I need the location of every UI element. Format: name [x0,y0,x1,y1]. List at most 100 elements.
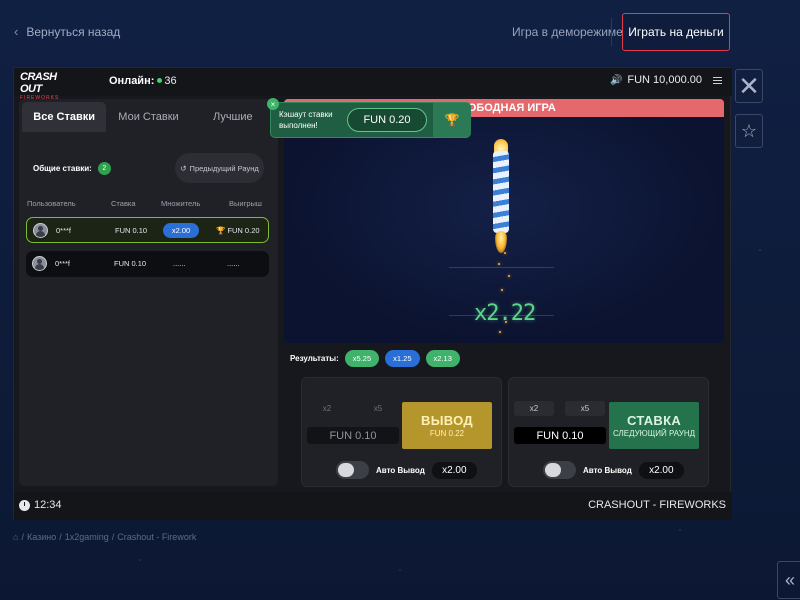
auto-cashout-label: Авто Вывод [583,465,632,475]
row-user: 0***f [56,226,72,235]
quick-x5-button[interactable]: x5 [565,401,605,416]
spark-icon [508,275,510,277]
auto-cashout-value[interactable]: x2.00 [431,461,477,479]
star-icon: ☆ [740,120,758,141]
clock-time: 12:34 [34,499,62,511]
auto-cashout-label: Авто Вывод [376,465,425,475]
avatar [32,256,47,271]
tab-my-bets[interactable]: Мои Ставки [106,102,190,132]
results-bar: Результаты: x5.25 x1.25 x2.13 [286,346,724,370]
back-link[interactable]: ‹ Вернуться назад [14,24,120,39]
expand-sidebar-button[interactable]: « [777,561,800,599]
result-pill: x2.13 [425,349,460,367]
row-win: ...... [227,259,240,268]
trophy-icon: 🏆 [216,226,226,235]
cashout-label: ВЫВОД [421,412,473,428]
game-name: CRASHOUT - FIREWORKS [588,499,726,511]
auto-cashout-value[interactable]: x2.00 [638,461,684,479]
place-bet-button[interactable]: СТАВКА СЛЕДУЮЩИЙ РАУНД [609,402,699,449]
quick-x2-button[interactable]: x2 [307,401,347,416]
cashout-button[interactable]: ВЫВОД FUN 0.22 [402,402,492,449]
trophy-icon: 🏆 [433,103,471,137]
quick-x2-button[interactable]: x2 [514,401,554,416]
game-frame: CRASH OUT FIREWORKS Онлайн: 36 🔊 FUN 10,0… [13,67,732,520]
back-label: Вернуться назад [26,24,121,39]
game-header: CRASH OUT FIREWORKS Онлайн: 36 🔊 FUN 10,0… [14,68,732,101]
history-icon: ↺ [180,163,187,173]
clock: 12:34 [19,499,62,511]
result-pill: x1.25 [385,349,420,367]
table-row: 0***f FUN 0.10 ...... ...... [26,251,269,277]
breadcrumb: ⌂ / Казино / 1x2gaming / Crashout - Fire… [13,532,197,542]
col-multiplier: Множитель [161,199,201,208]
row-multiplier: x2.00 [163,223,199,238]
previous-round-button[interactable]: ↺ Предыдущий Раунд [175,153,264,183]
menu-icon[interactable] [713,76,722,84]
double-chevron-left-icon: « [784,569,795,590]
logo-main: CRASH OUT [20,71,57,95]
breadcrumb-game: Crashout - Firework [117,532,197,542]
game-footer: 12:34 CRASHOUT - FIREWORKS [14,492,732,520]
cashout-amount-label: FUN 0.22 [429,428,465,438]
bet-panel-2: x2 x5 FUN 0.10 СТАВКА СЛЕДУЮЩИЙ РАУНД Ав… [508,377,709,487]
demo-mode-link[interactable]: Игра в деморежиме [512,25,623,39]
auto-cashout-toggle[interactable] [543,461,576,479]
table-row: 0***f FUN 0.10 x2.00 🏆 FUN 0.20 [26,217,269,243]
current-multiplier: x2.22 [474,301,536,326]
spark-icon [504,252,506,254]
spark-icon [499,331,501,333]
online-count: 36 [164,75,177,87]
auto-cashout-toggle[interactable] [336,461,369,479]
chevron-left-icon: ‹ [14,24,19,39]
clock-icon [19,499,30,511]
bet-amount-field[interactable]: FUN 0.10 [514,427,606,444]
row-win-value: FUN 0.20 [227,226,260,235]
auto-cashout-row: Авто Вывод x2.00 [336,461,477,479]
home-icon[interactable]: ⌂ [13,532,18,542]
row-user: 0***f [55,259,71,268]
col-bet: Ставка [111,199,136,208]
balance-value: FUN 10,000.00 [627,74,702,86]
row-bet: FUN 0.10 [114,259,147,268]
play-for-money-button[interactable]: Играть на деньги [622,13,730,51]
next-round-label: СЛЕДУЮЩИЙ РАУНД [612,428,696,438]
spark-icon [498,263,500,265]
cashout-text: Кэшаут ставки выполнен! [279,110,333,130]
total-bets-label: Общие ставки: [33,164,92,173]
breadcrumb-casino[interactable]: Казино [27,532,56,542]
bet-label: СТАВКА [626,412,682,428]
previous-round-label: Предыдущий Раунд [189,163,259,173]
auto-cashout-row: Авто Вывод x2.00 [543,461,684,479]
close-game-button[interactable]: ✕ [735,69,763,103]
divider [611,18,612,46]
row-bet: FUN 0.10 [115,226,148,235]
online-dot-icon [157,78,163,83]
row-multiplier: ...... [173,259,186,268]
cashout-amount: FUN 0.20 [347,108,427,132]
total-bets: Общие ставки: 2 [33,162,111,175]
row-win: 🏆 FUN 0.20 [216,226,260,235]
results-label: Результаты: [290,353,339,363]
online-label: Онлайн: [109,75,155,87]
site-topbar: ‹ Вернуться назад Игра в деморежиме Игра… [0,0,800,62]
online-counter: Онлайн: 36 [109,75,177,87]
col-win: Выигрыш [229,199,262,208]
tab-top[interactable]: Лучшие [191,102,275,132]
avatar [33,223,48,238]
balance: 🔊 FUN 10,000.00 [610,74,722,86]
bet-amount-field[interactable]: FUN 0.10 [307,427,399,444]
spark-icon [501,289,503,291]
speaker-icon[interactable]: 🔊 [610,75,622,86]
quick-x5-button[interactable]: x5 [358,401,398,416]
rocket-icon [490,139,512,253]
game-sky: x2.22 [284,117,724,343]
guide-line [449,267,554,268]
breadcrumb-provider[interactable]: 1x2gaming [65,532,109,542]
col-user: Пользователь [27,199,76,208]
bets-panel: Все Ставки Мои Ставки Лучшие Общие ставк… [19,99,278,486]
cashout-notification: × Кэшаут ставки выполнен! FUN 0.20 🏆 [267,98,471,138]
favorite-button[interactable]: ☆ [735,114,763,148]
tab-all-bets[interactable]: Все Ставки [22,102,107,132]
bet-panel-1: x2 x5 FUN 0.10 ВЫВОД FUN 0.22 Авто Вывод… [301,377,502,487]
close-icon[interactable]: × [267,98,279,110]
